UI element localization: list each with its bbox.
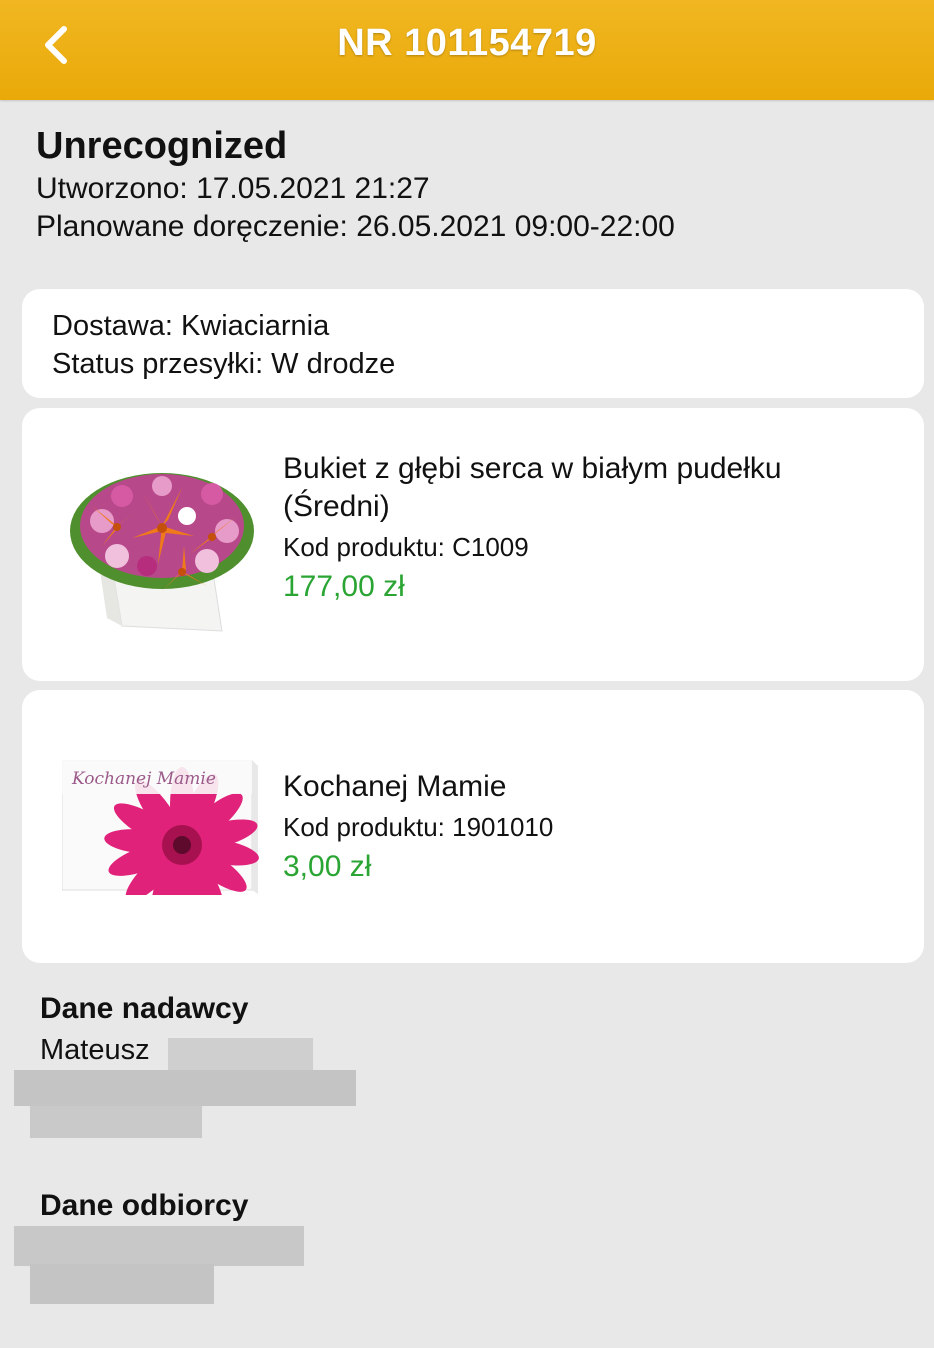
sender-section-title: Dane nadawcy xyxy=(40,992,249,1025)
product-card[interactable]: Bukiet z głębi serca w białym pudełku (Ś… xyxy=(22,408,924,681)
sender-name: Mateusz xyxy=(40,1034,150,1066)
product-code: Kod produktu: 1901010 xyxy=(283,812,554,842)
bouquet-image xyxy=(62,446,262,636)
greeting-card-image: Kochanej Mamie xyxy=(61,759,262,923)
product-code: Kod produktu: C1009 xyxy=(283,532,529,562)
delivery-method: Dostawa: Kwiaciarnia xyxy=(52,310,330,342)
product-name-size: (Średni) xyxy=(283,490,390,523)
product-price: 3,00 zł xyxy=(283,850,372,883)
product-info: Bukiet z głębi serca w białym pudełku (Ś… xyxy=(283,450,893,608)
product-name: Bukiet z głębi serca w białym pudełku xyxy=(283,452,782,485)
order-summary: Unrecognized Utworzono: 17.05.2021 21:27… xyxy=(36,122,675,246)
header-bar: NR 101154719 xyxy=(0,0,934,100)
page-title: NR 101154719 xyxy=(337,22,597,64)
planned-delivery: Planowane doręczenie: 26.05.2021 09:00-2… xyxy=(36,210,675,243)
product-price: 177,00 zł xyxy=(283,570,405,603)
product-name: Kochanej Mamie xyxy=(283,770,507,803)
card-text: Kochanej Mamie xyxy=(71,769,216,789)
recipient-section-title: Dane odbiorcy xyxy=(40,1189,249,1222)
delivery-card: Dostawa: Kwiaciarnia Status przesyłki: W… xyxy=(22,289,924,398)
order-status: Unrecognized xyxy=(36,125,288,167)
created-date: Utworzono: 17.05.2021 21:27 xyxy=(36,172,430,205)
product-card[interactable]: Kochanej Mamie Kochanej Mamie Kod produk… xyxy=(22,690,924,963)
shipment-status: Status przesyłki: W drodze xyxy=(52,348,396,380)
product-info: Kochanej Mamie Kod produktu: 1901010 3,0… xyxy=(283,768,893,888)
